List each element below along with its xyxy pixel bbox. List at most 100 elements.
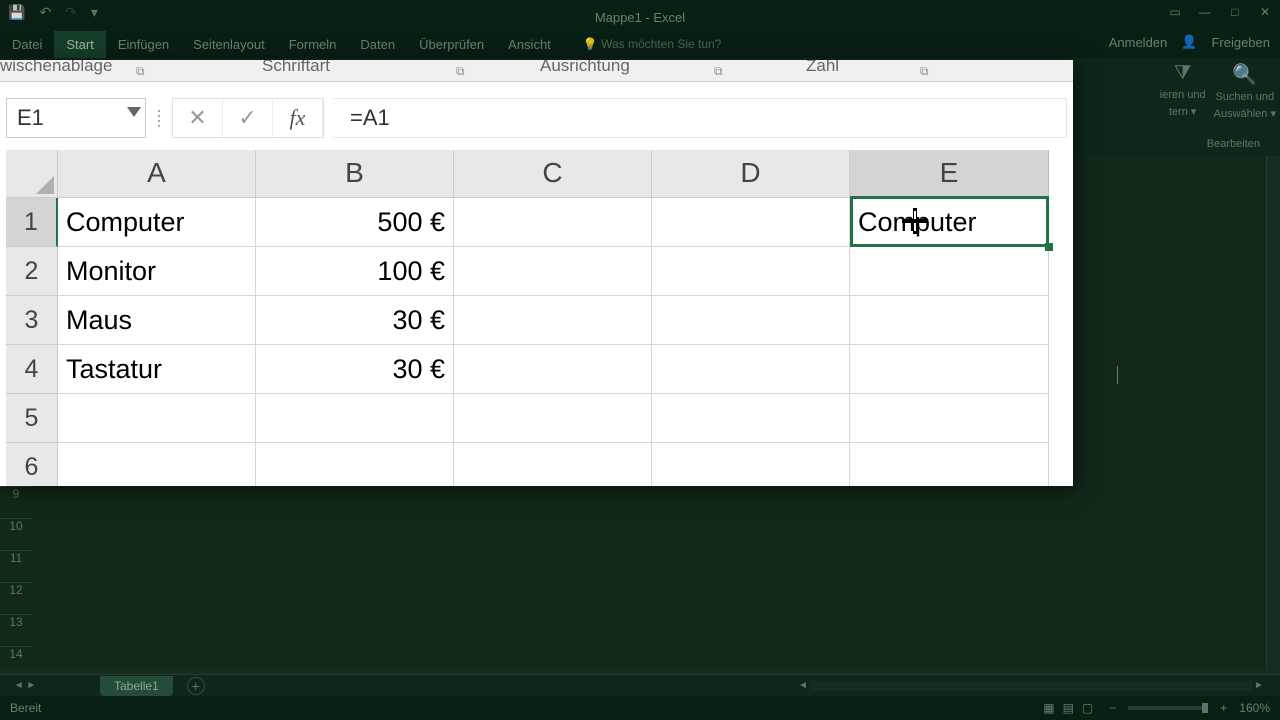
cell-c5[interactable] (454, 394, 652, 443)
cell-d2[interactable] (652, 247, 850, 296)
tab-ansicht[interactable]: Ansicht (496, 31, 563, 58)
column-header-a[interactable]: A (58, 150, 256, 198)
row-header-4[interactable]: 4 (6, 345, 58, 394)
cell-a2[interactable]: Monitor (58, 247, 256, 296)
cell-a1[interactable]: Computer (58, 198, 256, 247)
bg-row-header[interactable]: 11 (0, 550, 32, 582)
share-button[interactable]: Freigeben (1211, 35, 1270, 50)
row-header-5[interactable]: 5 (6, 394, 58, 443)
column-header-c[interactable]: C (454, 150, 652, 198)
sheet-tab-active[interactable]: Tabelle1 (100, 676, 173, 696)
cell-c1[interactable] (454, 198, 652, 247)
zoom-slider[interactable] (1128, 706, 1208, 710)
dialog-launcher-icon[interactable]: ⧉ (136, 64, 145, 79)
share-icon[interactable]: 👤 (1181, 34, 1197, 50)
table-row: 5 (6, 394, 1073, 443)
insert-function-button[interactable]: fx (273, 99, 323, 137)
table-row: 2 Monitor 100 € (6, 247, 1073, 296)
horizontal-scrollbar[interactable]: ◄ ► (796, 679, 1266, 693)
save-icon[interactable]: 💾 (8, 4, 25, 21)
add-sheet-button[interactable]: + (187, 677, 205, 695)
cell-e3[interactable] (850, 296, 1049, 345)
cell-a5[interactable] (58, 394, 256, 443)
sort-filter-button[interactable]: ⧩ ieren und tern ▾ (1160, 62, 1206, 142)
row-header-6[interactable]: 6 (6, 443, 58, 486)
dialog-launcher-icon[interactable]: ⧉ (920, 64, 929, 79)
tab-ueberpruefen[interactable]: Überprüfen (407, 31, 496, 58)
cell-b4[interactable]: 30 € (256, 345, 454, 394)
cell-a6[interactable] (58, 443, 256, 486)
cell-a4[interactable]: Tastatur (58, 345, 256, 394)
cell-c3[interactable] (454, 296, 652, 345)
cell-d3[interactable] (652, 296, 850, 345)
column-header-b[interactable]: B (256, 150, 454, 198)
zoom-in-button[interactable]: + (1220, 701, 1227, 715)
tab-einfuegen[interactable]: Einfügen (106, 31, 181, 58)
tab-seitenlayout[interactable]: Seitenlayout (181, 31, 277, 58)
vertical-scrollbar[interactable] (1266, 156, 1280, 670)
cell-b5[interactable] (256, 394, 454, 443)
sheet-nav-arrows[interactable]: ◄ ► (0, 680, 50, 691)
cell-c4[interactable] (454, 345, 652, 394)
dialog-launcher-icon[interactable]: ⧉ (714, 64, 723, 79)
close-button[interactable]: ✕ (1250, 0, 1280, 24)
chevron-down-icon[interactable] (127, 107, 141, 117)
cell-d5[interactable] (652, 394, 850, 443)
tell-me-search[interactable]: 💡 Was möchten Sie tun? (583, 37, 722, 51)
cell-e1-selected[interactable]: Computer (850, 198, 1049, 247)
column-header-e[interactable]: E (850, 150, 1049, 198)
zoom-level[interactable]: 160% (1239, 701, 1270, 715)
cell-e5[interactable] (850, 394, 1049, 443)
cell-e2[interactable] (850, 247, 1049, 296)
sign-in-link[interactable]: Anmelden (1109, 35, 1168, 50)
tab-datei[interactable]: Datei (0, 31, 54, 58)
redo-icon[interactable]: ↷ (65, 4, 77, 21)
cell-b2[interactable]: 100 € (256, 247, 454, 296)
fill-handle[interactable] (1045, 243, 1053, 251)
scroll-left-icon[interactable]: ◄ (796, 680, 810, 691)
maximize-button[interactable]: □ (1220, 0, 1250, 24)
ribbon-options-icon[interactable]: ▭ (1160, 0, 1190, 24)
group-label-alignment: Ausrichtung (540, 60, 630, 76)
cell-a3[interactable]: Maus (58, 296, 256, 345)
scroll-track[interactable] (810, 681, 1252, 691)
cell-e4[interactable] (850, 345, 1049, 394)
row-header-3[interactable]: 3 (6, 296, 58, 345)
cell-d1[interactable] (652, 198, 850, 247)
cell-b6[interactable] (256, 443, 454, 486)
zoom-out-button[interactable]: − (1109, 701, 1116, 715)
dialog-launcher-icon[interactable]: ⧉ (456, 64, 465, 79)
bg-row-header[interactable]: 9 (0, 486, 32, 518)
column-header-d[interactable]: D (652, 150, 850, 198)
splitter-handle[interactable] (156, 110, 162, 127)
scroll-right-icon[interactable]: ► (1252, 680, 1266, 691)
ribbon-editing-group: ⧩ ieren und tern ▾ 🔍 Suchen und Auswähle… (1160, 62, 1276, 142)
cell-b3[interactable]: 30 € (256, 296, 454, 345)
name-box[interactable]: E1 (6, 98, 146, 138)
view-switcher[interactable]: ▦▤▢ (1039, 701, 1097, 715)
bg-row-header[interactable]: 10 (0, 518, 32, 550)
cell-d4[interactable] (652, 345, 850, 394)
qat-more-icon[interactable]: ▾ (91, 4, 98, 21)
name-box-value: E1 (7, 105, 44, 131)
ribbon-group-labels-partial: wischenablage ⧉ Schriftart ⧉ Ausrichtung… (0, 60, 1073, 82)
formula-input[interactable]: =A1 (334, 98, 1067, 138)
cell-b1[interactable]: 500 € (256, 198, 454, 247)
row-header-2[interactable]: 2 (6, 247, 58, 296)
cell-c6[interactable] (454, 443, 652, 486)
row-header-1[interactable]: 1 (6, 198, 58, 247)
tab-formeln[interactable]: Formeln (277, 31, 349, 58)
enter-formula-button[interactable]: ✓ (223, 99, 273, 137)
tab-start[interactable]: Start (54, 31, 105, 58)
cell-d6[interactable] (652, 443, 850, 486)
undo-icon[interactable]: ↶ (39, 4, 51, 21)
bg-row-header[interactable]: 12 (0, 582, 32, 614)
tab-daten[interactable]: Daten (348, 31, 407, 58)
cancel-formula-button[interactable]: ✕ (173, 99, 223, 137)
cell-e6[interactable] (850, 443, 1049, 486)
find-select-button[interactable]: 🔍 Suchen und Auswählen ▾ (1214, 62, 1276, 142)
cell-c2[interactable] (454, 247, 652, 296)
minimize-button[interactable]: — (1190, 0, 1220, 24)
bg-row-header[interactable]: 13 (0, 614, 32, 646)
select-all-corner[interactable] (6, 150, 58, 198)
